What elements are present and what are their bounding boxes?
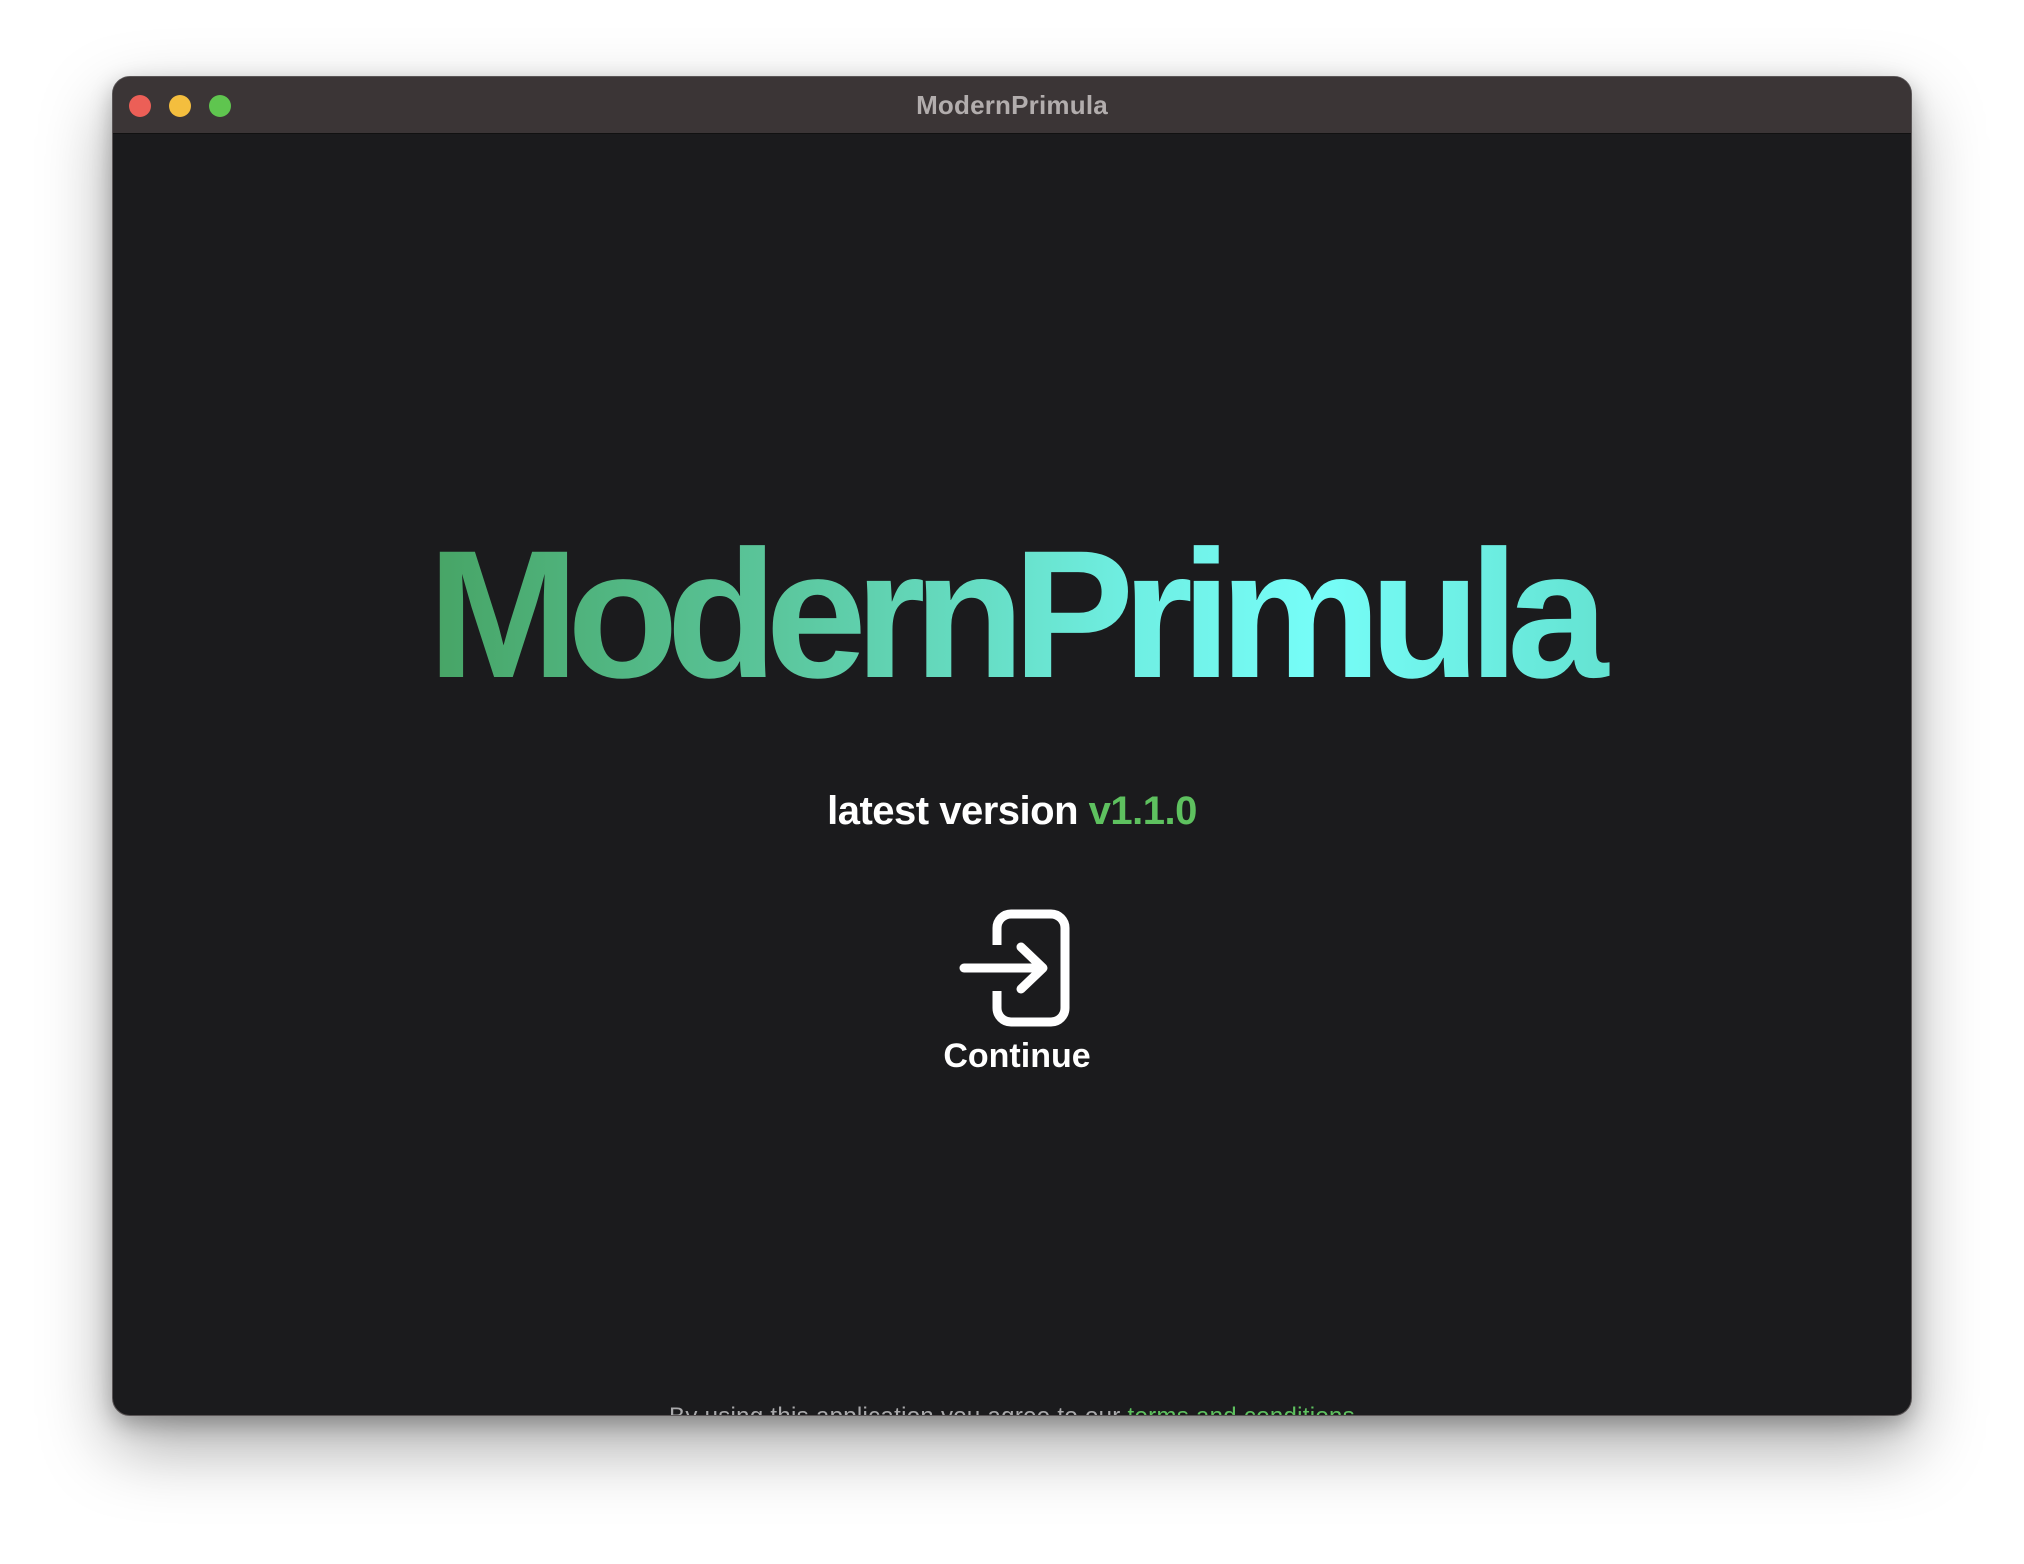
terms-and-conditions-link[interactable]: terms and conditions [1128, 1403, 1355, 1415]
continue-label: Continue [943, 1037, 1091, 1075]
title-bar[interactable]: ModernPrimula [113, 77, 1911, 134]
version-line: latest version v1.1.0 [113, 789, 1911, 834]
login-arrow-icon [959, 909, 1070, 1027]
version-label: latest version [827, 789, 1079, 833]
terms-notice: By using this application you agree to o… [113, 1403, 1911, 1415]
welcome-screen: ModernPrimula latest version v1.1.0 Cont… [113, 133, 1911, 1415]
window-title: ModernPrimula [916, 90, 1108, 120]
terms-notice-text: By using this application you agree to o… [669, 1403, 1121, 1415]
app-window: ModernPrimula ModernPrimula latest versi… [112, 76, 1912, 1416]
continue-button[interactable]: Continue [937, 909, 1097, 1089]
app-logo: ModernPrimula [397, 523, 1627, 705]
version-number: v1.1.0 [1088, 789, 1198, 833]
